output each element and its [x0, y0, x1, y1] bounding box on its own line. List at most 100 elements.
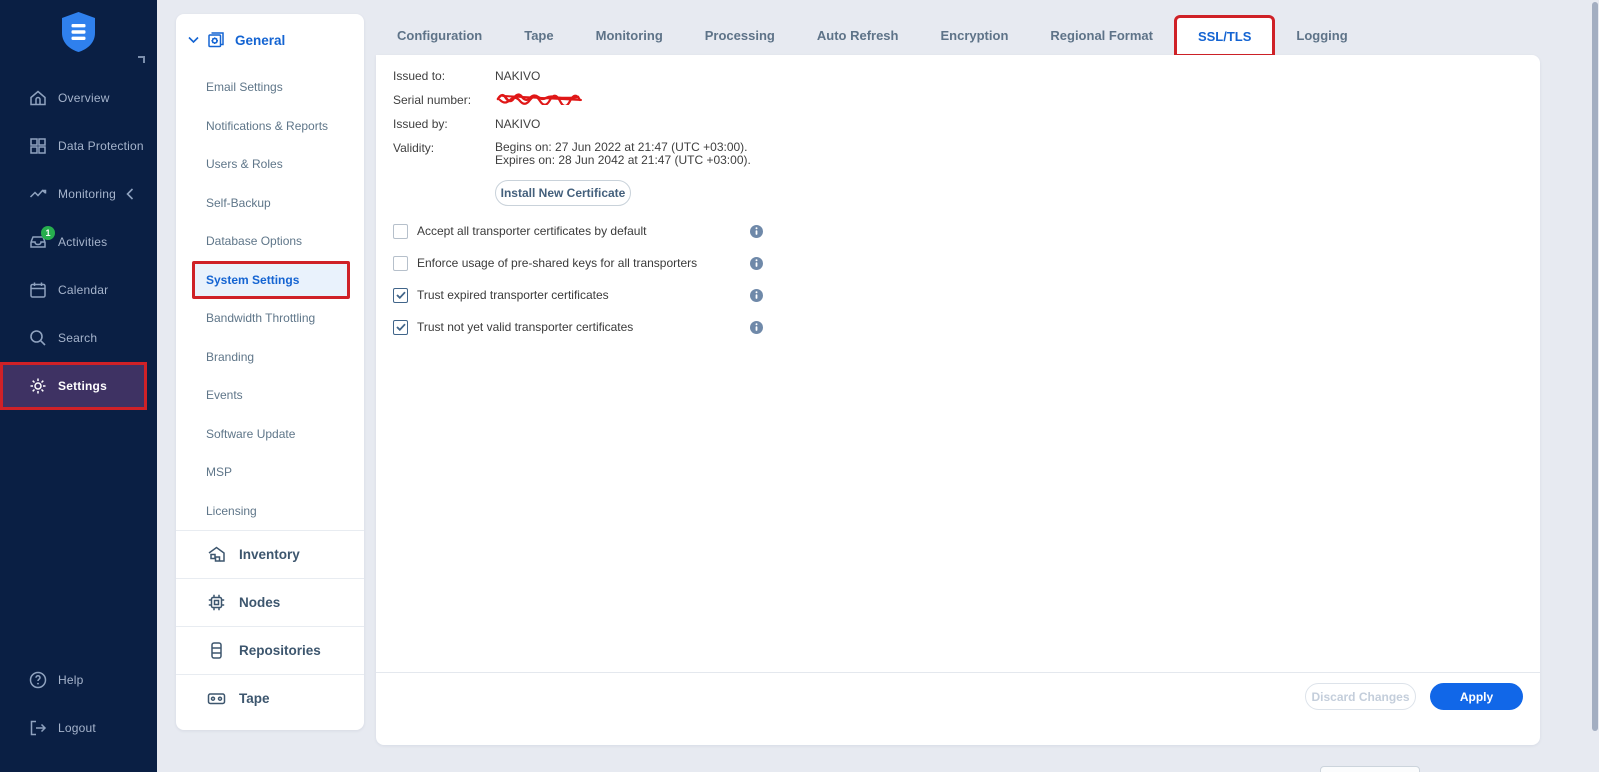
cert-issued-to-row: Issued to: NAKIVO: [393, 69, 540, 83]
trust-expired-certificates-checkbox[interactable]: [393, 288, 408, 303]
collapse-corner-icon[interactable]: [138, 56, 145, 63]
menu-section-label: Inventory: [239, 547, 300, 562]
tab-auto-refresh[interactable]: Auto Refresh: [796, 15, 920, 55]
info-icon[interactable]: [750, 257, 763, 270]
sidebar-item-search[interactable]: Search: [0, 314, 157, 362]
tab-monitoring[interactable]: Monitoring: [575, 15, 684, 55]
activities-count-badge: 1: [41, 226, 55, 240]
menu-item-label: Bandwidth Throttling: [206, 311, 315, 325]
sidebar-item-overview[interactable]: Overview: [0, 74, 157, 122]
menu-section-label: Tape: [239, 691, 270, 706]
menu-item-label: Events: [206, 388, 243, 402]
nakivo-shield-logo: [60, 11, 97, 53]
info-icon[interactable]: [750, 289, 763, 302]
menu-item-database-options[interactable]: Database Options: [176, 222, 364, 261]
chevron-down-icon: [188, 36, 199, 44]
tab-configuration[interactable]: Configuration: [376, 15, 503, 55]
warehouse-icon: [206, 544, 227, 565]
menu-item-licensing[interactable]: Licensing: [176, 492, 364, 531]
tab-tape[interactable]: Tape: [503, 15, 574, 55]
sidebar-item-calendar[interactable]: Calendar: [0, 266, 157, 314]
help-circle-icon: [28, 670, 48, 690]
menu-section-general[interactable]: General: [176, 22, 364, 58]
menu-item-users-roles[interactable]: Users & Roles: [176, 145, 364, 184]
menu-item-bandwidth-throttling[interactable]: Bandwidth Throttling: [176, 299, 364, 338]
tab-logging[interactable]: Logging: [1275, 15, 1368, 55]
menu-item-events[interactable]: Events: [176, 376, 364, 415]
menu-section-tape[interactable]: Tape: [176, 674, 364, 722]
menu-section-label: General: [235, 33, 285, 48]
menu-item-label: MSP: [206, 465, 232, 479]
vertical-scrollbar[interactable]: [1592, 2, 1598, 731]
menu-section-repositories[interactable]: Repositories: [176, 626, 364, 674]
enforce-pre-shared-keys-checkbox[interactable]: [393, 256, 408, 271]
tab-ssl-tls[interactable]: SSL/TLS: [1174, 15, 1275, 57]
sidebar-item-label: Overview: [58, 91, 110, 105]
menu-item-msp[interactable]: MSP: [176, 453, 364, 492]
cert-issued-to-label: Issued to:: [393, 69, 495, 83]
cert-issued-by-label: Issued by:: [393, 117, 495, 131]
menu-item-label: Notifications & Reports: [206, 119, 328, 133]
tab-label: Encryption: [940, 28, 1008, 43]
menu-section-inventory[interactable]: Inventory: [176, 530, 364, 578]
sidebar-item-activities[interactable]: 1 Activities: [0, 218, 157, 266]
pulse-chart-icon: [28, 184, 48, 204]
option-accept-all-certificates: Accept all transporter certificates by d…: [393, 215, 1143, 247]
home-icon: [28, 88, 48, 108]
discard-changes-button[interactable]: Discard Changes: [1305, 683, 1416, 710]
menu-section-nodes[interactable]: Nodes: [176, 578, 364, 626]
window-gear-icon: [206, 30, 226, 50]
sidebar-item-logout[interactable]: Logout: [0, 704, 157, 752]
menu-item-email-settings[interactable]: Email Settings: [176, 68, 364, 107]
tab-encryption[interactable]: Encryption: [919, 15, 1029, 55]
footer-divider: [376, 672, 1540, 673]
sidebar-nav: Overview Data Protection Monitoring: [0, 74, 157, 410]
sidebar-item-monitoring[interactable]: Monitoring: [0, 170, 157, 218]
trust-not-yet-valid-certificates-checkbox[interactable]: [393, 320, 408, 335]
settings-tabbar: Configuration Tape Monitoring Processing…: [376, 15, 1369, 55]
logout-icon: [28, 718, 48, 738]
menu-item-label: System Settings: [206, 273, 299, 287]
calendar-icon: [28, 280, 48, 300]
tab-label: Monitoring: [596, 28, 663, 43]
option-enforce-pre-shared-keys: Enforce usage of pre-shared keys for all…: [393, 247, 1143, 279]
tab-processing[interactable]: Processing: [684, 15, 796, 55]
app-sidebar: Overview Data Protection Monitoring: [0, 0, 157, 772]
option-label: Accept all transporter certificates by d…: [417, 224, 646, 238]
tab-label: Auto Refresh: [817, 28, 899, 43]
menu-item-notifications-reports[interactable]: Notifications & Reports: [176, 107, 364, 146]
footer-buttons: Discard Changes Apply: [1305, 683, 1523, 710]
tab-label: Tape: [524, 28, 553, 43]
sidebar-item-label: Logout: [58, 721, 96, 735]
install-new-certificate-button[interactable]: Install New Certificate: [495, 180, 631, 206]
sidebar-item-settings[interactable]: Settings: [0, 362, 147, 410]
menu-item-label: Software Update: [206, 427, 295, 441]
cert-validity-label: Validity:: [393, 141, 495, 167]
transporter-options: Accept all transporter certificates by d…: [393, 215, 1143, 343]
info-icon[interactable]: [750, 225, 763, 238]
menu-item-label: Self-Backup: [206, 196, 271, 210]
general-sub-list: Email Settings Notifications & Reports U…: [176, 68, 364, 530]
settings-menu-panel: General Email Settings Notifications & R…: [176, 14, 364, 730]
option-trust-not-yet-valid-certificates: Trust not yet valid transporter certific…: [393, 311, 1143, 343]
accept-all-certificates-checkbox[interactable]: [393, 224, 408, 239]
apply-button[interactable]: Apply: [1430, 683, 1523, 710]
menu-section-label: Repositories: [239, 643, 321, 658]
ssl-tls-panel: Issued to: NAKIVO Serial number: Issued …: [376, 55, 1540, 745]
menu-item-system-settings[interactable]: System Settings: [192, 261, 350, 300]
search-icon: [28, 328, 48, 348]
menu-item-label: Database Options: [206, 234, 302, 248]
gear-icon: [28, 376, 48, 396]
chevron-left-icon[interactable]: [126, 188, 134, 200]
cert-serial-redacted-scribble: [495, 91, 589, 107]
menu-item-label: Branding: [206, 350, 254, 364]
sidebar-item-label: Settings: [58, 379, 107, 393]
sidebar-item-help[interactable]: Help: [0, 656, 157, 704]
menu-item-branding[interactable]: Branding: [176, 338, 364, 377]
menu-item-software-update[interactable]: Software Update: [176, 415, 364, 454]
tab-regional-format[interactable]: Regional Format: [1029, 15, 1174, 55]
menu-item-self-backup[interactable]: Self-Backup: [176, 184, 364, 223]
sidebar-item-label: Calendar: [58, 283, 108, 297]
sidebar-item-data-protection[interactable]: Data Protection: [0, 122, 157, 170]
info-icon[interactable]: [750, 321, 763, 334]
